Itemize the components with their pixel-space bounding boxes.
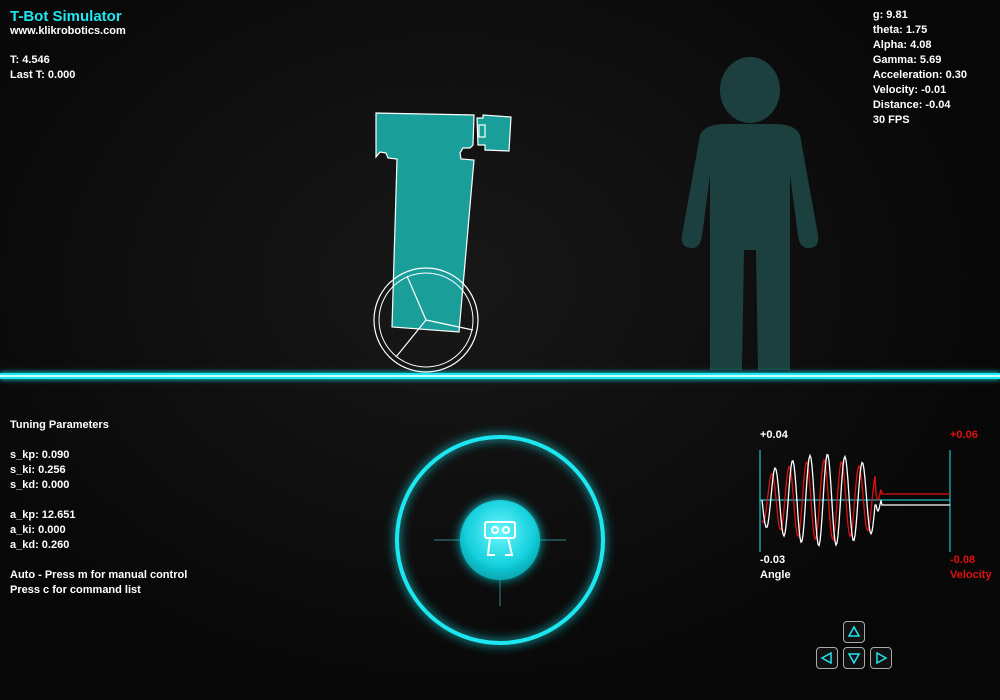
human-silhouette [681, 57, 819, 370]
velocity-max-label: +0.06 [950, 429, 978, 441]
velocity-label: Velocity [950, 569, 992, 581]
stat-acceleration: Acceleration: 0.30 [872, 69, 967, 81]
stat-distance: Distance: -0.04 [872, 99, 951, 111]
tuning-heading: Tuning Parameters [10, 419, 109, 431]
angle-min-label: -0.03 [760, 554, 786, 566]
joystick-knob[interactable] [460, 500, 540, 580]
stat-fps: 30 FPS [872, 114, 910, 126]
param-a-ki: a_ki: 0.000 [10, 524, 66, 536]
ground-line [0, 373, 1000, 379]
param-a-kd: a_kd: 0.260 [10, 539, 70, 551]
triangle-up-icon [847, 625, 861, 637]
t-bot-robot [373, 112, 512, 373]
tuning-panel: Tuning Parameters s_kp: 0.090 s_ki: 0.25… [10, 418, 187, 598]
param-s-kp: s_kp: 0.090 [10, 449, 70, 461]
angle-label: Angle [760, 569, 791, 581]
triangle-down-icon [847, 653, 861, 665]
velocity-min-label: -0.08 [950, 554, 976, 566]
param-a-kp: a_kp: 12.651 [10, 509, 76, 521]
last-time-readout: Last T: 0.000 [10, 69, 76, 81]
dpad-up-button[interactable] [843, 621, 865, 643]
joystick[interactable] [395, 435, 605, 645]
angle-max-label: +0.04 [760, 429, 788, 441]
robot-body [375, 112, 512, 333]
command-hint: Press c for command list [10, 584, 141, 596]
angle-velocity-graph [759, 450, 951, 552]
app-subtitle: www.klikrobotics.com [10, 25, 126, 37]
stat-theta: theta: 1.75 [872, 24, 928, 36]
param-s-kd: s_kd: 0.000 [10, 479, 70, 491]
triangle-left-icon [820, 651, 832, 665]
param-s-ki: s_ki: 0.256 [10, 464, 66, 476]
stat-gamma: Gamma: 5.69 [872, 54, 942, 66]
dpad-down-button[interactable] [843, 647, 865, 669]
stat-velocity: Velocity: -0.01 [872, 84, 947, 96]
stats-panel: g: 9.81 theta: 1.75 Alpha: 4.08 Gamma: 5… [873, 8, 967, 128]
dpad-left-button[interactable] [816, 647, 838, 669]
stat-alpha: Alpha: 4.08 [872, 39, 932, 51]
time-readout: T: 4.546 [10, 54, 50, 66]
mode-hint: Auto - Press m for manual control [10, 569, 188, 581]
stat-g: g: 9.81 [872, 9, 908, 21]
dpad-right-button[interactable] [870, 647, 892, 669]
triangle-right-icon [876, 651, 888, 665]
